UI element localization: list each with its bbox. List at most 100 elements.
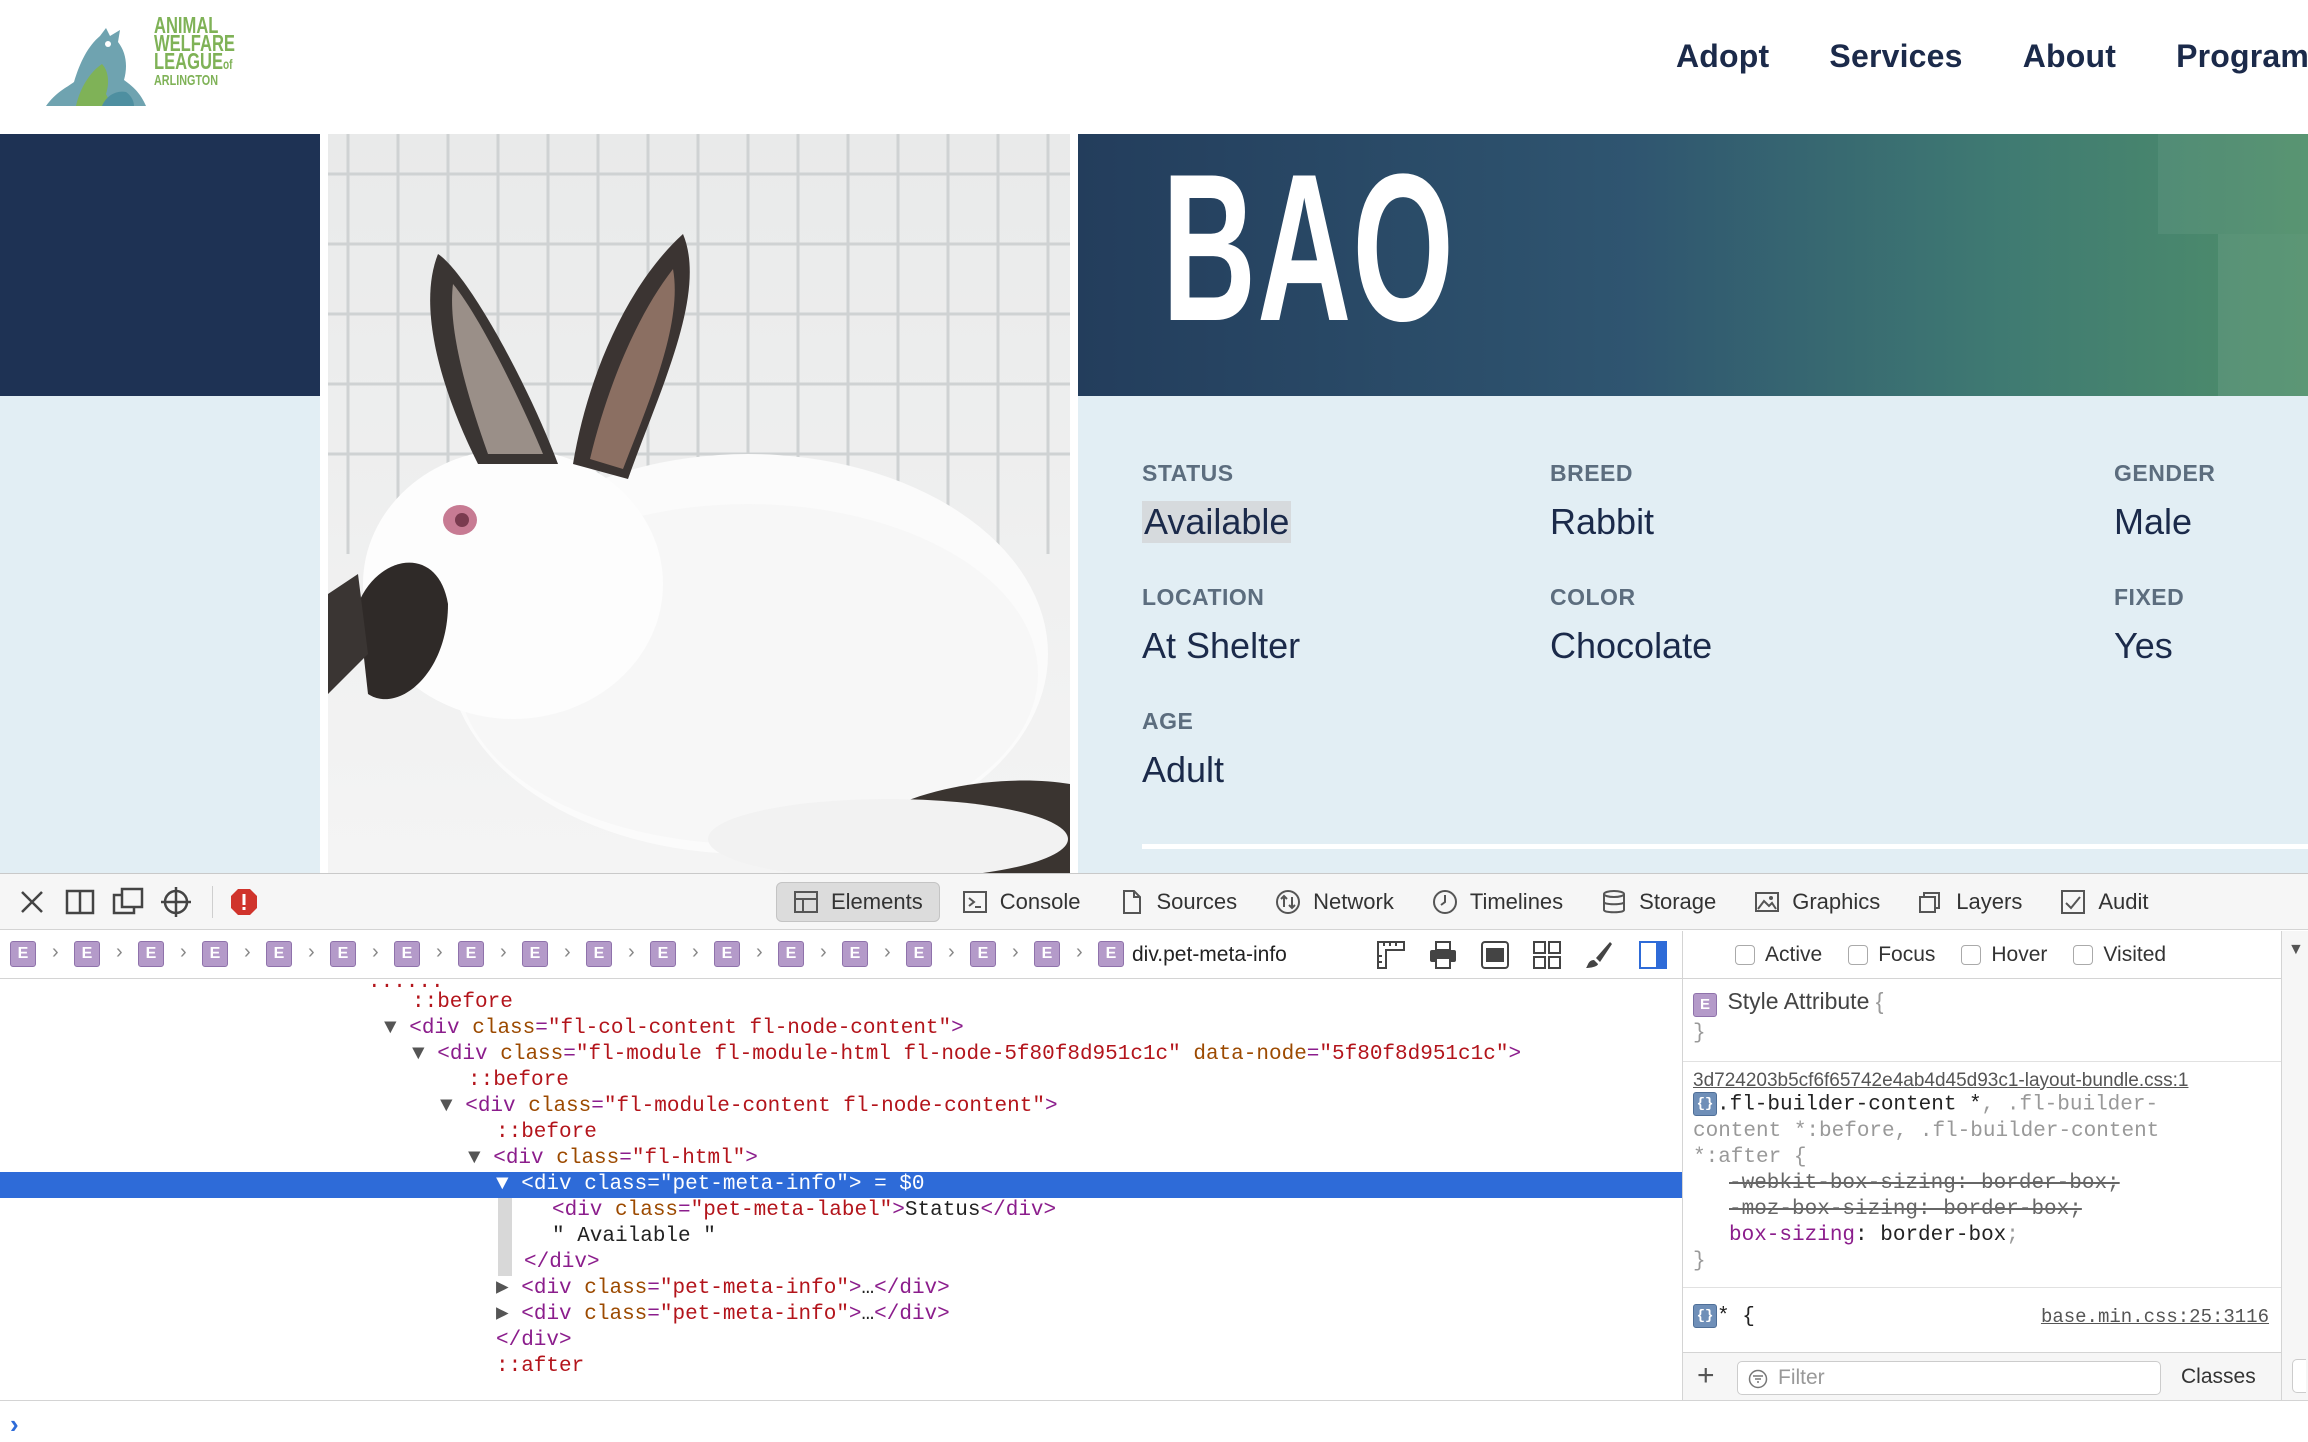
breadcrumb-element-icon[interactable]: E [394,941,420,967]
sidebar-panel-selector[interactable]: ▼ [2281,931,2308,1400]
disclosure-triangle-icon[interactable]: ▼ [0,1095,465,1118]
disclosure-triangle-icon[interactable]: ▼ [0,1147,493,1170]
disclosure-triangle-icon[interactable]: ▶ [0,1303,521,1326]
dom-line[interactable]: ::after [0,1354,1682,1380]
dom-tree[interactable]: :..... ::before ▼ <div class="fl-col-con… [0,980,1682,1400]
graphics-icon [1755,892,1780,912]
checkbox[interactable] [1848,944,1869,965]
dom-line[interactable]: " Available " [0,1224,1682,1250]
pseudo-focus-toggle[interactable]: Focus [1848,943,1935,967]
pseudo-active-toggle[interactable]: Active [1735,943,1822,967]
rule-source-link[interactable]: base.min.css:25:3116 [2041,1304,2269,1330]
tab-audit[interactable]: Audit [2044,882,2164,922]
classes-button[interactable]: Classes [2181,1365,2256,1389]
css-property[interactable]: box-sizing: border-box; [1693,1223,2281,1249]
pet-meta-label: LOCATION [1142,584,1265,610]
disclosure-triangle-icon[interactable]: ▶ [0,1277,521,1300]
toggle-sidebar-icon[interactable] [1638,940,1668,970]
dom-line[interactable]: <div class="pet-meta-label">Status</div> [0,1198,1682,1224]
checkbox[interactable] [2073,944,2094,965]
dom-line[interactable]: ▼ <div class="fl-module fl-module-html f… [0,1042,1682,1068]
dom-close-tag: </div> [496,1329,572,1352]
pseudo-label: Active [1765,942,1823,966]
breadcrumb-element-icon[interactable]: E [266,941,292,967]
tab-graphics[interactable]: Graphics [1738,882,1896,922]
breadcrumb-element-icon[interactable]: E [330,941,356,967]
styles-filter-input[interactable]: Filter [1737,1361,2161,1395]
breadcrumb-element-icon[interactable]: E [714,941,740,967]
error-icon[interactable] [226,884,262,920]
console-prompt[interactable]: › [0,1400,2308,1442]
css-property-overridden[interactable]: -webkit-box-sizing: border-box; [1693,1171,2281,1197]
tab-elements[interactable]: Elements [776,882,940,922]
pet-meta-age: AGE Adult [1142,708,1224,791]
dom-ellipsis: … [861,1277,875,1300]
breadcrumb-element-icon[interactable]: E [586,941,612,967]
dom-text-node: " Available " [552,1225,716,1248]
breadcrumb-element-icon[interactable]: E [202,941,228,967]
breadcrumb-element-icon[interactable]: E [458,941,484,967]
breadcrumb-element-icon[interactable]: E [10,941,36,967]
ruler-icon[interactable] [1376,940,1406,970]
dom-line[interactable]: ▼ <div class="fl-col-content fl-node-con… [0,1016,1682,1042]
composited-borders-icon[interactable] [1480,940,1510,970]
site-logo[interactable]: ANIMAL WELFARE LEAGUEof ARLINGTON [36,14,236,114]
breadcrumb-element-icon[interactable]: E [138,941,164,967]
nav-programs[interactable]: Programs [2176,38,2308,75]
dom-line[interactable]: ▶ <div class="pet-meta-info">…</div> [0,1302,1682,1328]
breadcrumb-element-icon[interactable]: E [778,941,804,967]
tab-layers[interactable]: Layers [1902,882,2038,922]
triangle-down-icon[interactable]: ▼ [2288,941,2304,959]
breadcrumb-element-icon[interactable]: E [1098,941,1124,967]
breadcrumb-current[interactable]: div.pet-meta-info [1132,943,1287,967]
disclosure-triangle-icon[interactable]: ▼ [0,1017,409,1040]
dom-line[interactable]: ▼ <div class="fl-html"> [0,1146,1682,1172]
tab-console[interactable]: Console [946,882,1097,922]
grid-icon[interactable] [1532,940,1562,970]
breadcrumb-element-icon[interactable]: E [842,941,868,967]
logo-line-arlington: ARLINGTON [154,72,219,89]
tab-network[interactable]: Network [1259,882,1410,922]
css-property-overridden[interactable]: -moz-box-sizing: border-box; [1693,1197,2281,1223]
disclosure-triangle-icon[interactable]: ▼ [0,1173,521,1196]
chevron-right-icon: › [756,941,763,963]
breadcrumb-element-icon[interactable]: E [522,941,548,967]
rule-source-link[interactable]: 3d724203b5cf6f65742e4ab4d45d93c1-layout-… [1693,1070,2281,1092]
checkbox[interactable] [1961,944,1982,965]
css-rule-fl-builder[interactable]: 3d724203b5cf6f65742e4ab4d45d93c1-layout-… [1683,1062,2281,1288]
pseudo-hover-toggle[interactable]: Hover [1961,943,2047,967]
nav-adopt[interactable]: Adopt [1676,38,1769,75]
dock-side-icon[interactable] [62,884,98,920]
dom-line-selected[interactable]: ▼ <div class="pet-meta-info"> = $0 [0,1172,1682,1198]
dom-line[interactable]: ::before [0,1120,1682,1146]
logo-wordmark: ANIMAL WELFARE LEAGUEof ARLINGTON [154,14,250,89]
tab-timelines[interactable]: Timelines [1416,882,1579,922]
nav-services[interactable]: Services [1829,38,1962,75]
dom-line[interactable]: ▼ <div class="fl-module-content fl-node-… [0,1094,1682,1120]
paintbrush-icon[interactable] [1584,940,1614,970]
dom-line[interactable]: ::before [0,1068,1682,1094]
disclosure-triangle-icon[interactable]: ▼ [0,1043,437,1066]
nav-about[interactable]: About [2023,38,2116,75]
checkbox[interactable] [1735,944,1755,965]
style-attribute-rule[interactable]: E Style Attribute { } [1683,980,2281,1062]
close-icon[interactable] [14,884,50,920]
css-rule-universal[interactable]: {} * {base.min.css:25:3116 [1683,1296,2281,1352]
dom-line[interactable]: </div> [0,1328,1682,1354]
breadcrumb-element-icon[interactable]: E [74,941,100,967]
tab-storage[interactable]: Storage [1585,882,1732,922]
print-icon[interactable] [1428,940,1458,970]
dom-line[interactable]: ▶ <div class="pet-meta-info">…</div> [0,1276,1682,1302]
element-picker-icon[interactable] [158,884,194,920]
dom-line[interactable]: </div> [0,1250,1682,1276]
breadcrumb-element-icon[interactable]: E [970,941,996,967]
pseudo-visited-toggle[interactable]: Visited [2073,943,2166,967]
breadcrumb-element-icon[interactable]: E [650,941,676,967]
dom-attr-value: "fl-col-content fl-node-content" [547,1017,952,1040]
add-rule-icon[interactable]: + [1697,1361,1715,1391]
breadcrumb-element-icon[interactable]: E [906,941,932,967]
tab-sources[interactable]: Sources [1102,882,1253,922]
breadcrumb-element-icon[interactable]: E [1034,941,1060,967]
dom-line[interactable]: ::before [0,990,1682,1016]
detach-window-icon[interactable] [110,884,146,920]
